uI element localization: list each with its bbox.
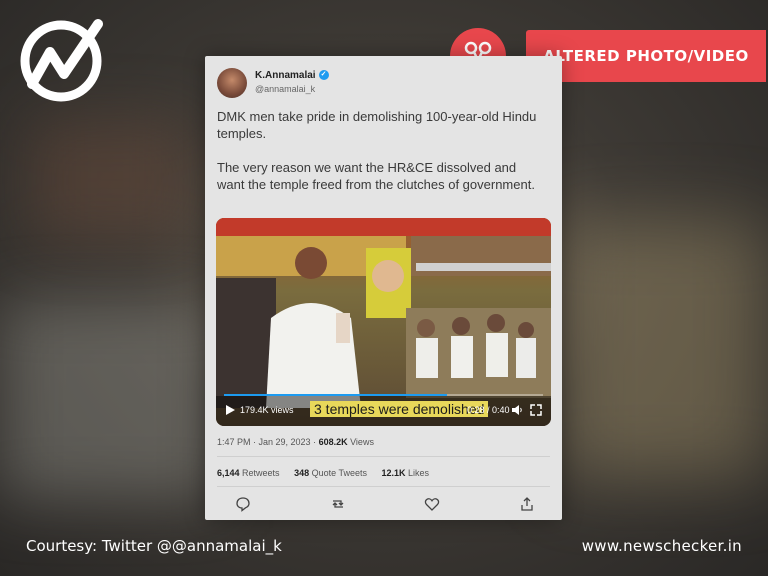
tweet-card: K.Annamalai ✓ @annamalai_k DMK men take p… bbox=[205, 56, 562, 520]
tweet-text: DMK men take pride in demolishing 100-ye… bbox=[217, 108, 547, 210]
video-time: 0:28 / 0:40 bbox=[467, 405, 510, 415]
altered-photo-video-badge: ALTERED PHOTO/VIDEO bbox=[526, 30, 766, 82]
courtesy-credit: Courtesy: Twitter @@annamalai_k bbox=[26, 537, 282, 555]
site-url: www.newschecker.in bbox=[581, 537, 742, 555]
verified-badge-icon: ✓ bbox=[318, 70, 329, 81]
author-handle[interactable]: @annamalai_k bbox=[255, 84, 315, 94]
background-blur bbox=[560, 220, 768, 480]
quote-tweets-stat[interactable]: 348 Quote Tweets bbox=[294, 468, 367, 478]
like-icon[interactable] bbox=[424, 496, 440, 512]
divider bbox=[217, 456, 550, 457]
divider bbox=[217, 486, 550, 487]
background-blur bbox=[0, 300, 220, 500]
video-player[interactable]: 179.4K views 3 temples were demolished 0… bbox=[216, 218, 551, 426]
tweet-stats: 6,144 Retweets 348 Quote Tweets 12.1K Li… bbox=[217, 468, 441, 478]
retweet-icon[interactable] bbox=[330, 496, 346, 512]
retweets-stat[interactable]: 6,144 Retweets bbox=[217, 468, 280, 478]
tweet-paragraph: DMK men take pride in demolishing 100-ye… bbox=[217, 109, 537, 141]
author-name[interactable]: K.Annamalai ✓ bbox=[255, 70, 329, 81]
tweet-meta: 1:47 PM · Jan 29, 2023 · 608.2K Views bbox=[217, 437, 374, 447]
tweet-timestamp[interactable]: 1:47 PM · Jan 29, 2023 · bbox=[217, 437, 319, 447]
tweet-actions bbox=[235, 496, 535, 514]
views-label: Views bbox=[347, 437, 374, 447]
background-blur bbox=[30, 120, 190, 240]
video-views: 179.4K views bbox=[240, 405, 294, 415]
video-frame bbox=[216, 218, 551, 426]
volume-icon[interactable] bbox=[511, 404, 523, 416]
views-count: 608.2K bbox=[318, 437, 348, 447]
tweet-paragraph: The very reason we want the HR&CE dissol… bbox=[217, 160, 535, 192]
fullscreen-icon[interactable] bbox=[530, 404, 542, 416]
avatar[interactable] bbox=[217, 68, 247, 98]
video-caption: 3 temples were demolished bbox=[310, 401, 489, 417]
newschecker-logo-icon bbox=[20, 19, 103, 102]
play-icon[interactable] bbox=[224, 404, 236, 416]
share-icon[interactable] bbox=[519, 496, 535, 512]
likes-stat[interactable]: 12.1K Likes bbox=[382, 468, 430, 478]
reply-icon[interactable] bbox=[235, 496, 251, 512]
tweet-header: K.Annamalai ✓ @annamalai_k bbox=[217, 68, 547, 102]
